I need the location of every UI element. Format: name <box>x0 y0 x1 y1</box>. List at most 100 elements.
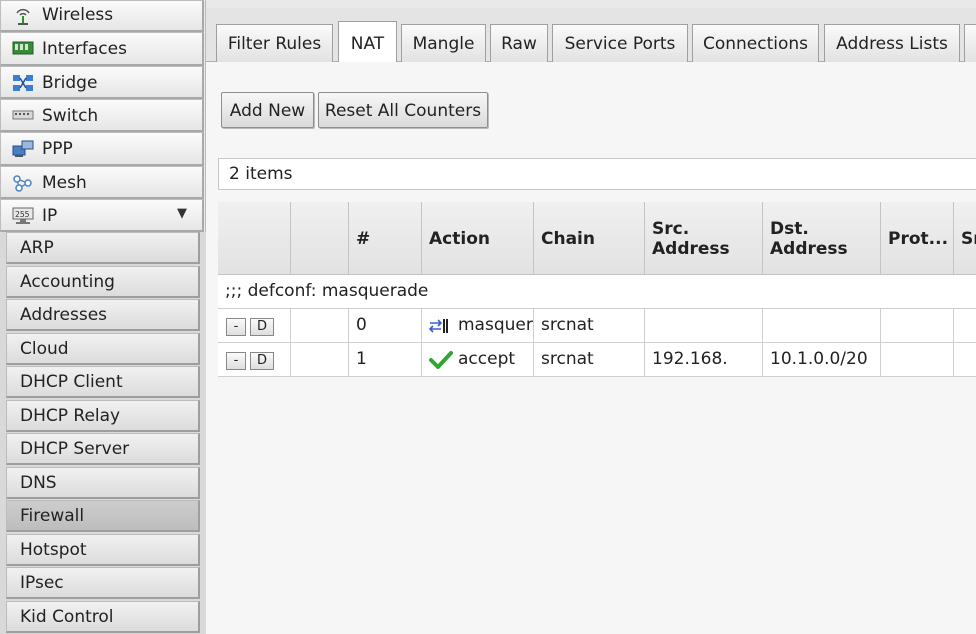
sidebar-item-label: IP <box>42 206 58 226</box>
submenu-item-kid-control[interactable]: Kid Control <box>6 601 200 633</box>
submenu-item-label: DHCP Relay <box>20 406 121 426</box>
sidebar-item-interfaces[interactable]: Interfaces <box>0 32 204 66</box>
main-panel: Filter Rules NAT Mangle Raw Service Port… <box>206 0 976 634</box>
column-header-src-address[interactable]: Src. Address <box>645 202 763 275</box>
column-header-label: Dst. Address <box>770 219 848 259</box>
rule-chain: srcnat <box>541 315 594 335</box>
column-header-src-port[interactable]: Sr <box>954 202 976 275</box>
column-header-label: Chain <box>541 229 595 249</box>
svg-text:255: 255 <box>15 210 30 219</box>
table-row[interactable]: - D 0 masquerade srcnat <box>218 309 976 343</box>
reset-all-counters-button[interactable]: Reset All Counters <box>318 92 488 128</box>
title-strip <box>206 0 976 8</box>
submenu-item-label: DNS <box>20 473 57 493</box>
sidebar-item-label: PPP <box>42 139 73 159</box>
tab-nat[interactable]: NAT <box>338 21 397 63</box>
submenu-item-accounting[interactable]: Accounting <box>6 266 200 298</box>
row-chain-cell: srcnat <box>534 309 645 342</box>
content-area: Add New Reset All Counters 2 items # Act… <box>206 62 976 634</box>
submenu-item-hotspot[interactable]: Hotspot <box>6 534 200 566</box>
tab-overflow[interactable] <box>964 24 976 62</box>
submenu-item-label: IPsec <box>20 573 64 593</box>
disable-rule-button[interactable]: D <box>250 352 274 370</box>
row-src-port-cell <box>954 309 976 342</box>
tab-service-ports[interactable]: Service Ports <box>552 24 688 62</box>
submenu-item-firewall[interactable]: Firewall <box>6 500 200 532</box>
column-header-number[interactable]: # <box>349 202 422 275</box>
sidebar-item-bridge[interactable]: Bridge <box>0 66 204 99</box>
tab-mangle[interactable]: Mangle <box>401 24 486 62</box>
sidebar-item-ip[interactable]: 255 IP ▼ <box>0 199 204 232</box>
column-header-label: Prot... <box>888 229 949 249</box>
sidebar-item-switch[interactable]: Switch <box>0 99 204 132</box>
rule-chain: srcnat <box>541 349 594 369</box>
sidebar-item-label: Interfaces <box>42 39 127 59</box>
column-header-action[interactable]: Action <box>422 202 534 275</box>
chevron-down-icon[interactable]: ▼ <box>177 206 187 221</box>
row-protocol-cell <box>881 343 954 376</box>
sidebar-item-ppp[interactable]: PPP <box>0 132 204 166</box>
sidebar-item-label: Bridge <box>42 73 98 93</box>
column-header-chain[interactable]: Chain <box>534 202 645 275</box>
row-number-cell: 1 <box>349 343 422 376</box>
submenu-item-label: Firewall <box>20 506 85 526</box>
table-comment-row[interactable]: ;;; defconf: masquerade <box>218 275 976 309</box>
tab-label: NAT <box>350 34 385 54</box>
rule-comment: ;;; defconf: masquerade <box>225 281 429 301</box>
submenu-item-label: DHCP Server <box>20 439 130 459</box>
submenu-item-dhcp-server[interactable]: DHCP Server <box>6 433 200 465</box>
ppp-icon <box>12 140 34 157</box>
wireless-icon <box>12 8 34 25</box>
nat-rules-table: # Action Chain Src. Address Dst. Address… <box>218 202 976 380</box>
sidebar-item-wireless[interactable]: Wireless <box>0 0 204 32</box>
ip-submenu: ARP Accounting Addresses Cloud DHCP Clie… <box>0 232 206 634</box>
tab-raw[interactable]: Raw <box>490 24 548 62</box>
items-count: 2 items <box>229 164 293 184</box>
column-header-label: Src. Address <box>652 219 730 259</box>
submenu-item-label: Cloud <box>20 339 69 359</box>
accept-checkmark-icon <box>429 350 453 374</box>
rule-number: 1 <box>356 349 367 369</box>
ip-icon: 255 <box>12 207 34 224</box>
submenu-item-arp[interactable]: ARP <box>6 232 200 264</box>
tab-address-lists[interactable]: Address Lists <box>824 24 960 62</box>
column-header-label: Action <box>429 229 490 249</box>
tab-label: Raw <box>501 34 537 54</box>
submenu-item-addresses[interactable]: Addresses <box>6 299 200 331</box>
add-new-button[interactable]: Add New <box>221 92 314 128</box>
interfaces-icon <box>12 40 34 56</box>
tab-label: Address Lists <box>836 34 948 54</box>
column-header-protocol[interactable]: Prot... <box>881 202 954 275</box>
column-header-flags[interactable] <box>291 202 349 275</box>
submenu-item-ipsec[interactable]: IPsec <box>6 567 200 599</box>
switch-icon <box>12 107 34 123</box>
column-header-label: Sr <box>961 229 976 249</box>
table-row[interactable]: - D 1 accept srcnat 192.168. 10.1.0.0/20 <box>218 343 976 377</box>
sidebar: Wireless Interfaces Bridge Switch PPP Me… <box>0 0 206 634</box>
tab-label: Mangle <box>412 34 475 54</box>
row-buttons-cell: - D <box>218 309 291 342</box>
submenu-item-cloud[interactable]: Cloud <box>6 333 200 365</box>
submenu-item-dhcp-relay[interactable]: DHCP Relay <box>6 400 200 432</box>
tab-label: Connections <box>702 34 809 54</box>
tab-filter-rules[interactable]: Filter Rules <box>216 24 333 62</box>
tab-connections[interactable]: Connections <box>692 24 819 62</box>
sidebar-item-mesh[interactable]: Mesh <box>0 166 204 199</box>
disable-rule-button[interactable]: D <box>250 318 274 336</box>
row-flags-cell <box>291 309 349 342</box>
tab-label: Filter Rules <box>227 34 322 54</box>
column-header-label: # <box>356 229 371 249</box>
remove-rule-button[interactable]: - <box>226 352 246 370</box>
column-header-dst-address[interactable]: Dst. Address <box>763 202 881 275</box>
mesh-icon <box>12 174 34 192</box>
row-protocol-cell <box>881 309 954 342</box>
submenu-item-dhcp-client[interactable]: DHCP Client <box>6 366 200 398</box>
row-action-cell: accept <box>422 343 534 376</box>
rule-action: accept <box>458 349 516 369</box>
column-header-buttons[interactable] <box>218 202 291 275</box>
row-dst-address-cell: 10.1.0.0/20 <box>763 343 881 376</box>
row-flags-cell <box>291 343 349 376</box>
submenu-item-dns[interactable]: DNS <box>6 467 200 499</box>
remove-rule-button[interactable]: - <box>226 318 246 336</box>
submenu-item-label: Kid Control <box>20 607 114 627</box>
